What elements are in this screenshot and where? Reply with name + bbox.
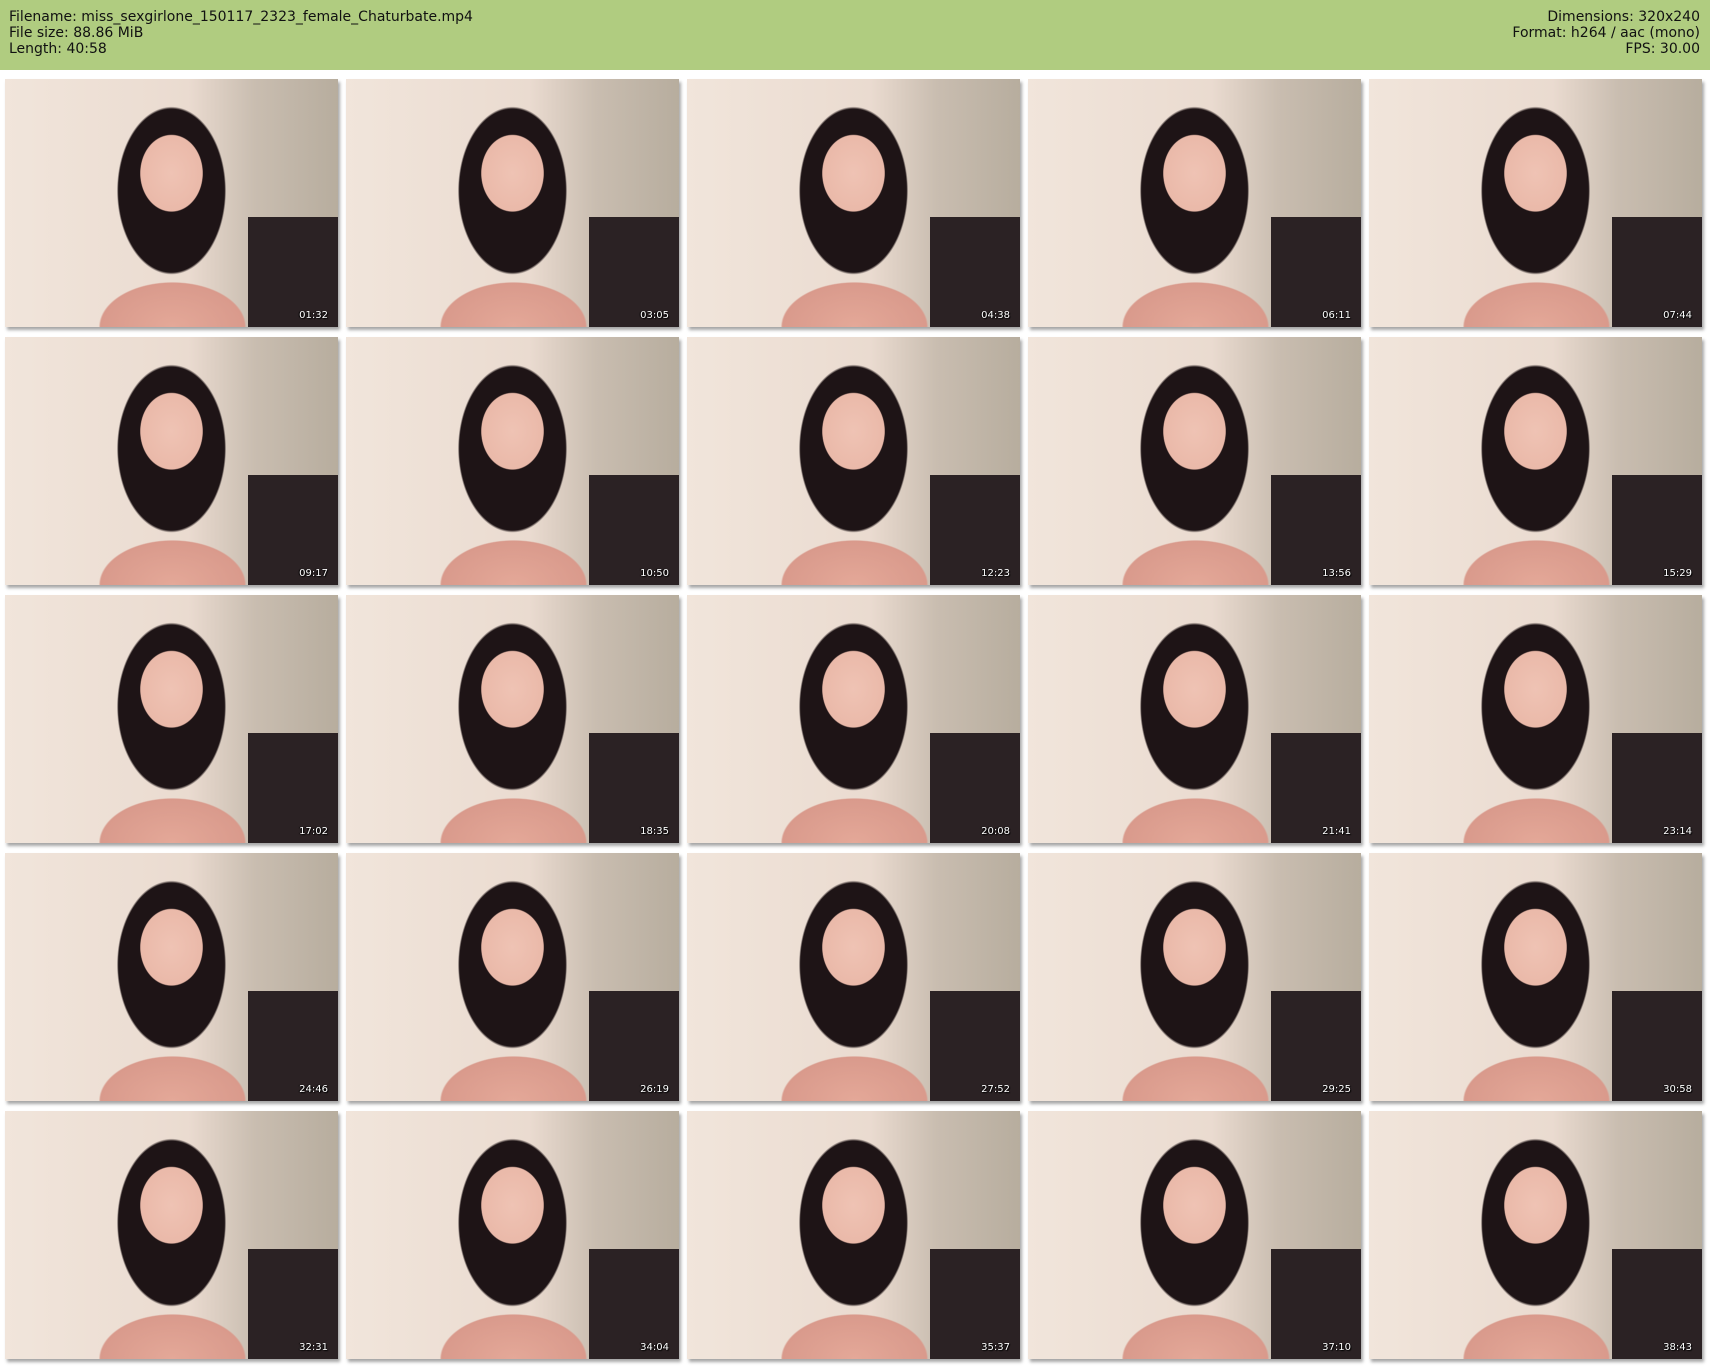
thumbnail-frame: 34:04: [346, 1111, 679, 1359]
timestamp-label: 03:05: [640, 310, 669, 321]
thumbnail-frame: 27:52: [687, 853, 1020, 1101]
dimensions-text: Dimensions: 320x240: [1547, 9, 1700, 25]
video-frame-image: [5, 595, 338, 843]
thumbnail-frame: 18:35: [346, 595, 679, 843]
timestamp-label: 10:50: [640, 568, 669, 579]
timestamp-label: 37:10: [1322, 1342, 1351, 1353]
video-frame-image: [687, 853, 1020, 1101]
video-frame-image: [687, 337, 1020, 585]
timestamp-label: 20:08: [981, 826, 1010, 837]
video-frame-image: [5, 853, 338, 1101]
timestamp-label: 26:19: [640, 1084, 669, 1095]
timestamp-label: 18:35: [640, 826, 669, 837]
info-header: Filename: miss_sexgirlone_150117_2323_fe…: [0, 0, 1710, 70]
thumbnail-frame: 26:19: [346, 853, 679, 1101]
video-info: Dimensions: 320x240 Format: h264 / aac (…: [1512, 9, 1700, 57]
timestamp-label: 01:32: [299, 310, 328, 321]
timestamp-label: 35:37: [981, 1342, 1010, 1353]
timestamp-label: 21:41: [1322, 826, 1351, 837]
video-frame-image: [5, 79, 338, 327]
video-frame-image: [1028, 337, 1361, 585]
timestamp-label: 30:58: [1663, 1084, 1692, 1095]
thumbnail-frame: 35:37: [687, 1111, 1020, 1359]
thumbnail-frame: 01:32: [5, 79, 338, 327]
thumbnail-frame: 37:10: [1028, 1111, 1361, 1359]
thumbnail-frame: 29:25: [1028, 853, 1361, 1101]
video-frame-image: [1369, 337, 1702, 585]
video-frame-image: [346, 1111, 679, 1359]
timestamp-label: 23:14: [1663, 826, 1692, 837]
video-frame-image: [687, 595, 1020, 843]
thumbnail-frame: 13:56: [1028, 337, 1361, 585]
video-frame-image: [5, 1111, 338, 1359]
filename-text: Filename: miss_sexgirlone_150117_2323_fe…: [9, 9, 473, 25]
video-frame-image: [1028, 1111, 1361, 1359]
thumbnail-frame: 12:23: [687, 337, 1020, 585]
thumbnail-frame: 21:41: [1028, 595, 1361, 843]
format-text: Format: h264 / aac (mono): [1512, 25, 1700, 41]
video-frame-image: [1028, 853, 1361, 1101]
video-frame-image: [346, 595, 679, 843]
video-frame-image: [346, 337, 679, 585]
timestamp-label: 32:31: [299, 1342, 328, 1353]
thumbnail-frame: 32:31: [5, 1111, 338, 1359]
video-frame-image: [346, 79, 679, 327]
timestamp-label: 24:46: [299, 1084, 328, 1095]
thumbnail-frame: 17:02: [5, 595, 338, 843]
thumbnail-frame: 23:14: [1369, 595, 1702, 843]
thumbnail-grid: 01:32 03:05 04:38 06:11 07:44 09:17 10:50 12:23…: [5, 79, 1702, 1359]
thumbnail-frame: 24:46: [5, 853, 338, 1101]
thumbnail-frame: 30:58: [1369, 853, 1702, 1101]
video-frame-image: [1028, 595, 1361, 843]
video-frame-image: [1369, 79, 1702, 327]
thumbnail-frame: 06:11: [1028, 79, 1361, 327]
video-frame-image: [1369, 1111, 1702, 1359]
thumbnail-frame: 20:08: [687, 595, 1020, 843]
timestamp-label: 12:23: [981, 568, 1010, 579]
timestamp-label: 34:04: [640, 1342, 669, 1353]
video-frame-image: [1369, 853, 1702, 1101]
thumbnail-frame: 03:05: [346, 79, 679, 327]
thumbnail-frame: 09:17: [5, 337, 338, 585]
timestamp-label: 13:56: [1322, 568, 1351, 579]
timestamp-label: 09:17: [299, 568, 328, 579]
thumbnail-frame: 07:44: [1369, 79, 1702, 327]
timestamp-label: 06:11: [1322, 310, 1351, 321]
timestamp-label: 38:43: [1663, 1342, 1692, 1353]
thumbnail-frame: 04:38: [687, 79, 1020, 327]
video-frame-image: [687, 79, 1020, 327]
video-frame-image: [5, 337, 338, 585]
video-frame-image: [1369, 595, 1702, 843]
thumbnail-frame: 38:43: [1369, 1111, 1702, 1359]
timestamp-label: 17:02: [299, 826, 328, 837]
file-info: Filename: miss_sexgirlone_150117_2323_fe…: [9, 9, 473, 57]
timestamp-label: 27:52: [981, 1084, 1010, 1095]
filesize-text: File size: 88.86 MiB: [9, 25, 144, 41]
timestamp-label: 07:44: [1663, 310, 1692, 321]
timestamp-label: 15:29: [1663, 568, 1692, 579]
video-frame-image: [346, 853, 679, 1101]
thumbnail-frame: 15:29: [1369, 337, 1702, 585]
video-frame-image: [1028, 79, 1361, 327]
timestamp-label: 04:38: [981, 310, 1010, 321]
video-frame-image: [687, 1111, 1020, 1359]
thumbnail-frame: 10:50: [346, 337, 679, 585]
length-text: Length: 40:58: [9, 41, 107, 57]
timestamp-label: 29:25: [1322, 1084, 1351, 1095]
fps-text: FPS: 30.00: [1625, 41, 1700, 57]
